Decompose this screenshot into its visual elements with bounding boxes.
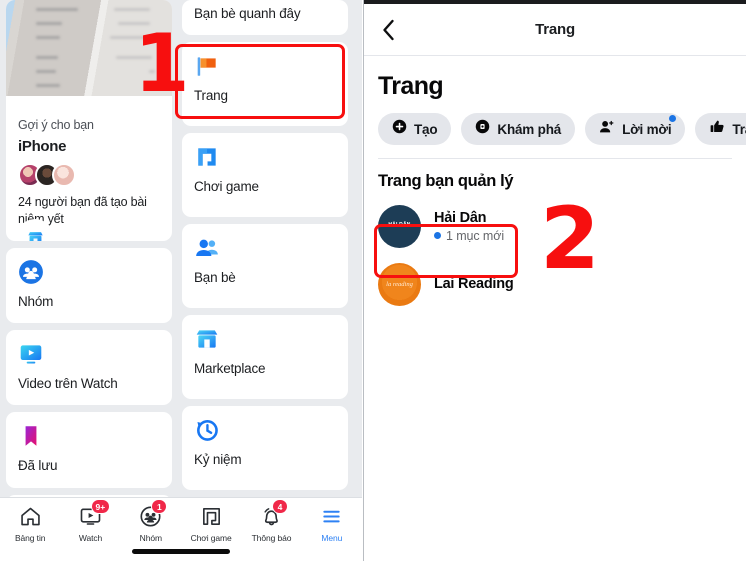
page-name: Lai Reading — [434, 276, 514, 292]
avatar — [52, 163, 76, 187]
memories-clock-icon — [194, 417, 220, 443]
screenshot-root: Gợi ý cho bạn iPhone 24 người bạn đã tạo… — [0, 0, 746, 561]
tab-badge: 4 — [271, 499, 288, 514]
menu-item-label: Bạn bè quanh đây — [194, 6, 301, 21]
marketplace-suggestion-card[interactable]: Gợi ý cho bạn iPhone 24 người bạn đã tạo… — [6, 0, 172, 241]
marketplace-icon — [194, 326, 220, 352]
menu-item-label: Nhóm — [18, 294, 54, 309]
menu-item-groups[interactable]: Nhóm — [6, 248, 172, 324]
tab-watch[interactable]: 9+ Watch — [60, 499, 120, 543]
tab-gaming[interactable]: Chơi game — [181, 504, 241, 543]
tab-label: Thông báo — [251, 533, 292, 543]
groups-icon — [18, 259, 44, 285]
menu-item-nearby-friends[interactable]: Bạn bè quanh đây — [182, 0, 348, 36]
unread-dot — [669, 115, 677, 122]
menu-item-label: Marketplace — [194, 361, 266, 377]
suggestion-title: iPhone — [18, 138, 67, 155]
menu-item-memories[interactable]: Kỷ niệm — [182, 406, 348, 491]
pages-flag-icon — [194, 53, 220, 79]
menu-item-label: Chơi game — [194, 179, 259, 195]
hamburger-menu-icon — [320, 504, 343, 528]
tab-label: Menu — [321, 533, 343, 543]
menu-column-left: Gợi ý cho bạn iPhone 24 người bạn đã tạo… — [6, 0, 172, 497]
chip-label: Lời mời — [622, 121, 672, 137]
new-item-dot — [434, 232, 441, 239]
suggestion-body: Gợi ý cho bạn iPhone 24 người bạn đã tạo… — [6, 96, 172, 241]
menu-item-label: Trang — [194, 88, 228, 104]
menu-item-label: Video trên Watch — [18, 376, 118, 392]
page-subtitle: 1 mục mới — [434, 229, 504, 243]
suggestion-eyebrow: Gợi ý cho bạn — [18, 118, 94, 132]
chip-invites[interactable]: Lời mời — [585, 113, 686, 145]
menu-item-marketplace[interactable]: Marketplace — [182, 315, 348, 400]
discover-compass-icon — [475, 119, 490, 139]
list-item[interactable]: HẢI DÂN Hải Dân 1 mục mới — [364, 197, 746, 255]
home-icon — [19, 504, 42, 528]
avatar-text: la reading — [386, 280, 413, 288]
right-phone-panel: Trang Trang Tạo Khám phá Lời mời Tr Tran… — [363, 0, 746, 561]
watch-video-icon — [18, 341, 44, 367]
tab-badge: 9+ — [90, 499, 110, 514]
menu-item-friends[interactable]: Bạn bè — [182, 224, 348, 309]
page-title: Trang — [378, 72, 444, 100]
gaming-icon — [194, 144, 220, 170]
tab-notifications[interactable]: 4 Thông báo — [241, 499, 301, 543]
person-add-icon — [599, 119, 615, 139]
bookmark-saved-icon — [18, 423, 44, 449]
page-info: Lai Reading — [434, 276, 514, 292]
friend-facepile — [18, 163, 160, 187]
chip-label: Tạo — [414, 121, 438, 137]
tab-menu[interactable]: Menu — [302, 504, 362, 543]
chip-create[interactable]: Tạo — [378, 113, 452, 145]
menu-item-pages[interactable]: Trang — [182, 42, 348, 127]
avatar-text: HẢI DÂN — [388, 222, 411, 229]
menu-scroll-area[interactable]: Gợi ý cho bạn iPhone 24 người bạn đã tạo… — [0, 0, 362, 497]
haidan-avatar: HẢI DÂN — [378, 204, 421, 248]
menu-item-gaming[interactable]: Chơi game — [182, 133, 348, 218]
tab-label: Bảng tin — [14, 533, 46, 543]
laireading-avatar: la reading — [378, 262, 421, 306]
chip-label: Khám phá — [497, 121, 562, 137]
menu-item-saved[interactable]: Đã lưu — [6, 412, 172, 488]
list-item[interactable]: la reading Lai Reading — [364, 255, 746, 313]
menu-grid: Gợi ý cho bạn iPhone 24 người bạn đã tạo… — [0, 0, 362, 497]
nav-bar: Trang — [364, 4, 746, 56]
suggestion-photo — [6, 0, 172, 96]
chip-label: Trang — [732, 121, 746, 137]
tab-news-feed[interactable]: Bảng tin — [0, 504, 60, 543]
tab-label: Watch — [78, 533, 103, 543]
chip-discover[interactable]: Khám phá — [461, 113, 576, 145]
chevron-left-icon[interactable] — [364, 18, 412, 42]
menu-item-label: Đã lưu — [18, 458, 58, 474]
page-subtitle-text: 1 mục mới — [446, 228, 504, 243]
chip-liked-pages[interactable]: Trang — [695, 113, 746, 145]
watch-icon: 9+ — [79, 499, 110, 528]
menu-column-right: Bạn bè quanh đây Trang Chơi game Bạn bè … — [182, 0, 348, 497]
menu-item-label: Kỷ niệm — [194, 452, 242, 468]
page-name: Hải Dân — [434, 209, 487, 226]
thumbs-up-icon — [709, 119, 725, 139]
chip-row[interactable]: Tạo Khám phá Lời mời Tr — [364, 113, 746, 145]
groups-tab-icon: 1 — [139, 499, 168, 528]
tab-badge: 1 — [151, 499, 168, 514]
menu-item-watch[interactable]: Video trên Watch — [6, 330, 172, 406]
section-title-managed-pages: Trang bạn quản lý — [378, 172, 514, 190]
bell-icon: 4 — [260, 499, 288, 528]
plus-circle-icon — [392, 119, 407, 139]
tab-label: Nhóm — [139, 533, 162, 543]
left-phone-panel: Gợi ý cho bạn iPhone 24 người bạn đã tạo… — [0, 0, 362, 561]
home-indicator — [132, 549, 230, 554]
gaming-tab-icon — [200, 504, 223, 528]
tab-label: Chơi game — [190, 533, 232, 543]
nav-title: Trang — [535, 21, 575, 38]
menu-item-label: Bạn bè — [194, 270, 236, 286]
friends-icon — [194, 235, 220, 261]
tab-groups[interactable]: 1 Nhóm — [121, 499, 181, 543]
page-info: Hải Dân 1 mục mới — [434, 210, 504, 243]
